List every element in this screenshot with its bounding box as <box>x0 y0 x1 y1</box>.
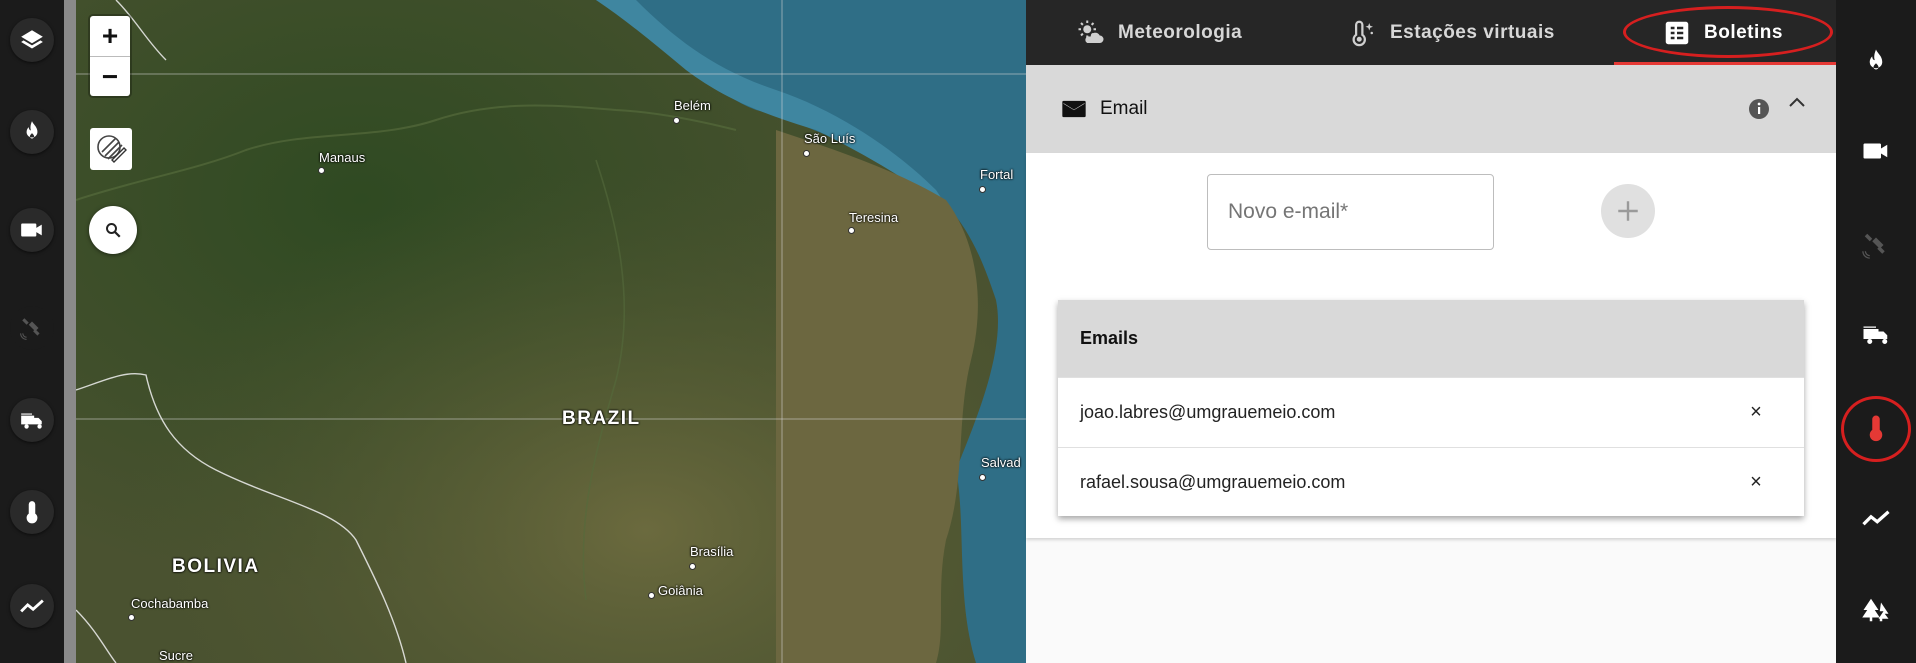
video-camera-icon <box>21 223 42 237</box>
map-edge <box>64 0 76 663</box>
trees-icon <box>1862 598 1889 622</box>
label-manaus: Manaus <box>319 150 366 165</box>
forest-button[interactable] <box>1854 588 1898 632</box>
emails-table-header: Emails <box>1058 300 1804 377</box>
zoom-out-button[interactable]: − <box>90 57 130 97</box>
highlight-circle <box>1841 396 1911 462</box>
city-dot <box>689 563 696 570</box>
draw-area-icon <box>97 135 127 163</box>
fire-truck-button[interactable] <box>10 398 54 442</box>
label-sucre: Sucre <box>159 648 193 663</box>
info-icon[interactable] <box>1747 97 1771 121</box>
tab-label: Estações virtuais <box>1390 21 1555 43</box>
thermometer-button[interactable] <box>10 490 54 534</box>
fire-button[interactable] <box>10 110 54 154</box>
map-search-button[interactable] <box>89 206 137 254</box>
label-cochabamba: Cochabamba <box>131 596 209 611</box>
fire-icon <box>26 121 38 139</box>
right-sidebar <box>1836 0 1916 663</box>
email-section-header[interactable]: Email <box>1026 65 1836 153</box>
search-icon <box>106 223 121 238</box>
satellite-button[interactable] <box>1854 223 1898 267</box>
emails-table: Emails joao.labres@umgrauemeio.com × raf… <box>1058 300 1804 516</box>
city-dot <box>128 614 135 621</box>
side-panel: Meteorologia Estações virtuais Boletins … <box>1026 0 1836 663</box>
trend-button[interactable] <box>10 584 54 628</box>
satellite-button[interactable] <box>10 306 54 350</box>
weather-icon <box>1078 20 1104 43</box>
fire-truck-icon <box>21 413 42 429</box>
label-brazil: BRAZIL <box>562 408 641 429</box>
label-salvador: Salvad <box>981 455 1021 470</box>
email-address: rafael.sousa@umgrauemeio.com <box>1080 472 1346 492</box>
mail-icon <box>1062 100 1086 118</box>
satellite-icon <box>1862 233 1885 259</box>
label-sao-luis: São Luís <box>804 131 856 146</box>
city-dot <box>848 227 855 234</box>
plus-icon <box>1618 201 1638 221</box>
new-email-input[interactable] <box>1207 174 1494 250</box>
delete-email-button[interactable]: × <box>1744 400 1768 424</box>
delete-email-button[interactable]: × <box>1744 470 1768 494</box>
label-brasilia: Brasília <box>690 544 734 559</box>
chevron-up-icon[interactable] <box>1785 91 1809 115</box>
tab-label: Meteorologia <box>1118 21 1243 43</box>
city-dot <box>648 592 655 599</box>
fire-truck-button[interactable] <box>1854 312 1898 356</box>
city-dot <box>673 117 680 124</box>
email-address: joao.labres@umgrauemeio.com <box>1080 402 1336 422</box>
zoom-in-button[interactable]: + <box>90 16 130 56</box>
fire-truck-icon <box>1863 326 1888 344</box>
camera-button[interactable] <box>10 208 54 252</box>
city-dot <box>979 474 986 481</box>
add-email-button[interactable] <box>1601 184 1655 238</box>
fire-button[interactable] <box>1854 40 1898 84</box>
city-dot <box>979 186 986 193</box>
city-dot <box>318 167 325 174</box>
trend-line-icon <box>1862 510 1890 526</box>
label-fortaleza: Fortal <box>980 167 1014 182</box>
tab-meteorologia[interactable]: Meteorologia <box>1076 0 1242 65</box>
city-dot <box>803 150 810 157</box>
label-bolivia: BOLIVIA <box>172 556 260 577</box>
table-row: joao.labres@umgrauemeio.com × <box>1058 377 1804 447</box>
trend-line-icon <box>20 599 44 613</box>
satellite-icon <box>20 318 40 340</box>
highlight-circle <box>1623 6 1833 58</box>
draw-area-button[interactable] <box>90 128 132 170</box>
tab-estacoes-virtuais[interactable]: Estações virtuais <box>1348 0 1555 65</box>
layers-button[interactable] <box>10 18 54 62</box>
label-teresina: Teresina <box>849 210 899 225</box>
table-row: rafael.sousa@umgrauemeio.com × <box>1058 447 1804 517</box>
thermometer-sparkle-icon <box>1352 20 1373 46</box>
video-camera-icon <box>1863 143 1888 159</box>
left-sidebar <box>0 0 64 663</box>
fire-icon <box>1869 49 1883 70</box>
thermometer-icon <box>26 501 38 524</box>
email-section-title: Email <box>1100 98 1148 119</box>
email-section-body: Emails joao.labres@umgrauemeio.com × raf… <box>1026 153 1836 538</box>
satellite-map[interactable]: + − Belém Manaus São Luís Fortal Teresin… <box>76 0 1026 663</box>
zoom-control: + − <box>90 16 130 96</box>
layers-icon <box>21 30 43 49</box>
camera-button[interactable] <box>1854 129 1898 173</box>
tab-bar: Meteorologia Estações virtuais Boletins <box>1026 0 1836 65</box>
label-belem: Belém <box>674 98 711 113</box>
label-goiania: Goiânia <box>658 583 703 598</box>
trend-button[interactable] <box>1854 496 1898 540</box>
